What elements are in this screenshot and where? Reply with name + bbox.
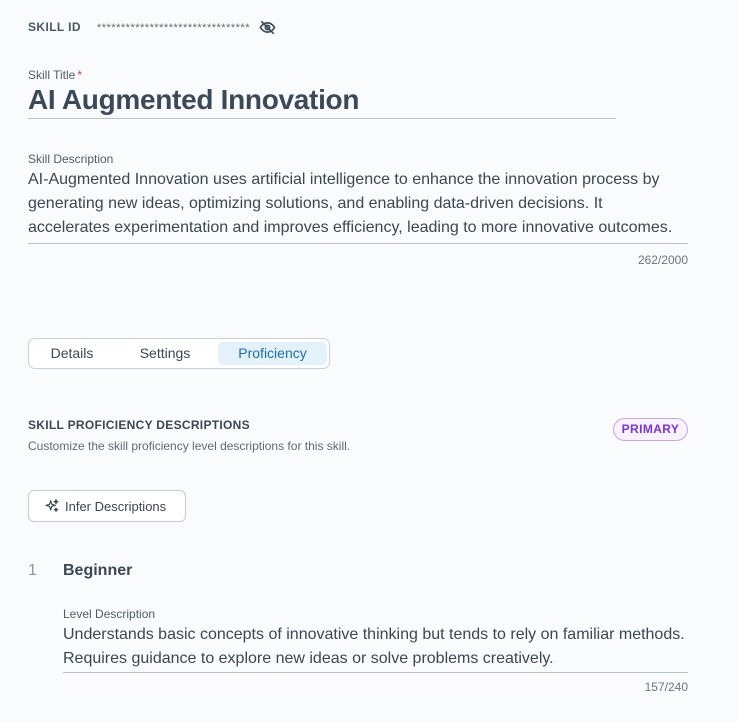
infer-descriptions-button[interactable]: Infer Descriptions	[28, 490, 186, 522]
eye-off-icon[interactable]	[259, 19, 276, 36]
tab-bar: Details Settings Proficiency	[28, 338, 330, 369]
description-char-count: 262/2000	[637, 253, 688, 267]
section-subtitle: Customize the skill proficiency level de…	[28, 439, 351, 453]
level-name: Beginner	[63, 562, 133, 579]
skill-title-label: Skill Title *	[28, 68, 83, 82]
skill-id-label: SKILL ID	[28, 20, 81, 34]
required-marker: *	[77, 68, 83, 82]
skill-description-field: Skill Description AI-Augmented Innovatio…	[28, 152, 688, 267]
tab-settings[interactable]: Settings	[126, 342, 204, 365]
tab-proficiency[interactable]: Proficiency	[218, 342, 327, 365]
level-description-char-count: 157/240	[644, 680, 688, 694]
primary-badge: PRIMARY	[613, 418, 688, 441]
level-number: 1	[28, 562, 37, 579]
section-title: SKILL PROFICIENCY DESCRIPTIONS	[28, 418, 250, 432]
skill-id-row: SKILL ID *******************************…	[28, 18, 276, 36]
tab-details[interactable]: Details	[37, 342, 107, 365]
skill-description-label: Skill Description	[28, 152, 114, 166]
skill-id-masked-value: ********************************	[96, 22, 250, 34]
level-description-textarea[interactable]: Understands basic concepts of innovative…	[63, 623, 688, 673]
skill-title-input[interactable]: AI Augmented Innovation	[28, 83, 616, 119]
skill-description-textarea[interactable]: AI-Augmented Innovation uses artificial …	[28, 168, 688, 244]
infer-descriptions-label: Infer Descriptions	[65, 498, 167, 514]
skill-title-field: Skill Title * AI Augmented Innovation	[28, 68, 616, 119]
sparkle-icon	[44, 498, 60, 514]
level-description-label: Level Description	[63, 607, 156, 621]
level-description-field: Level Description Understands basic conc…	[63, 607, 688, 694]
